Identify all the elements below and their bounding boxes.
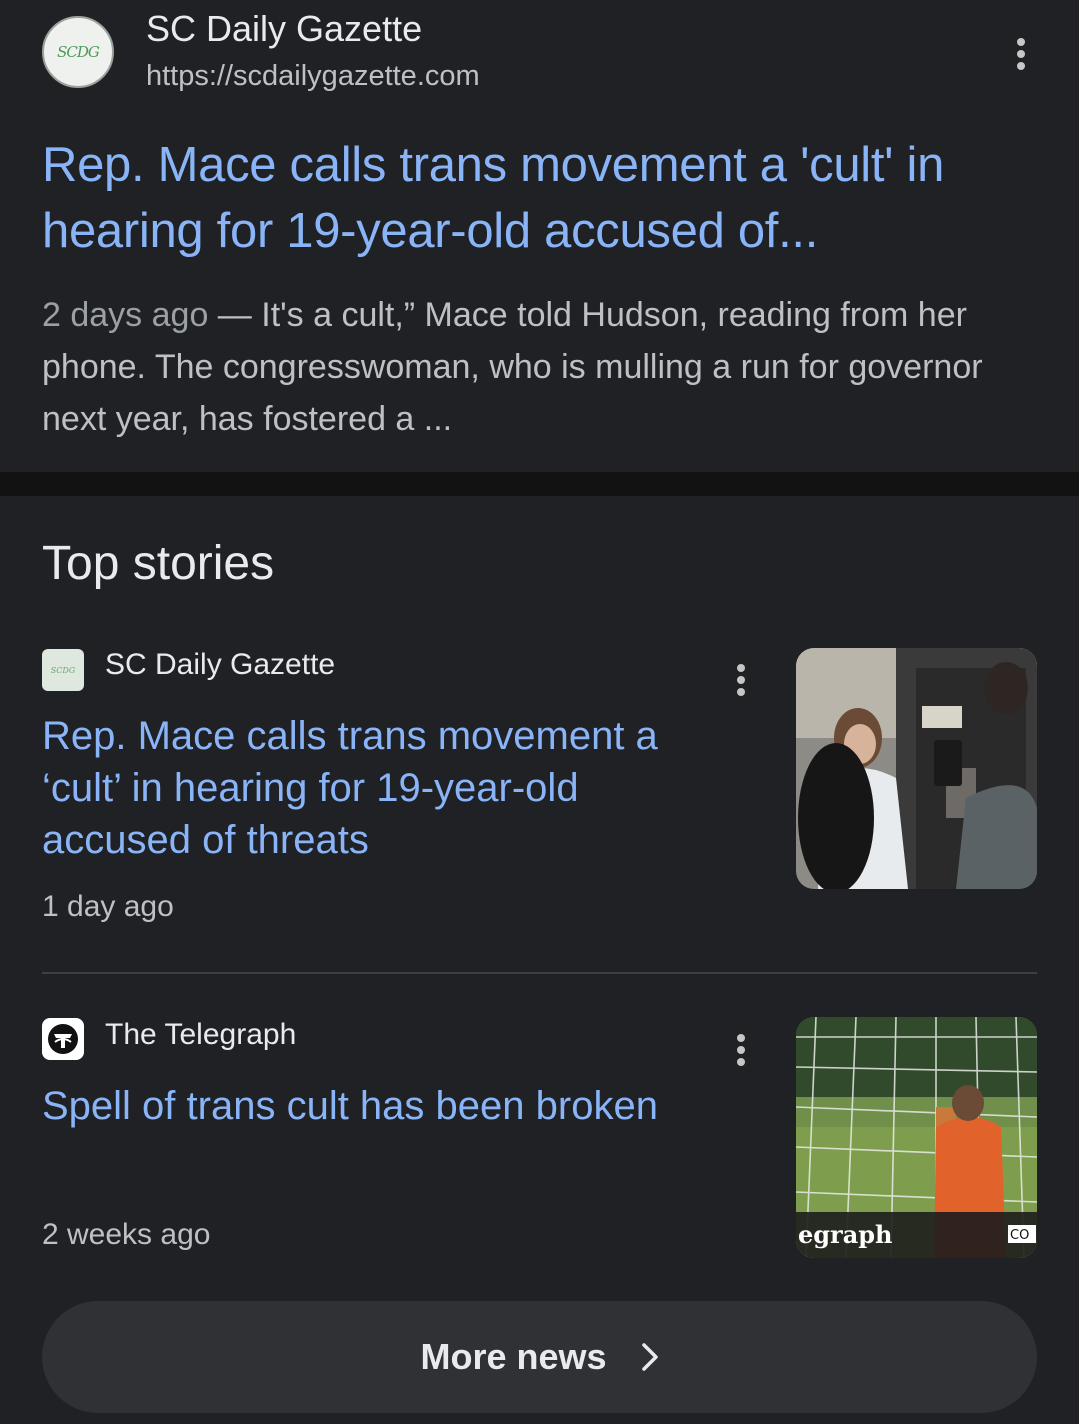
thumb-badge: CO	[1010, 1228, 1029, 1243]
site-name: SC Daily Gazette	[146, 8, 423, 49]
chevron-right-icon	[641, 1343, 658, 1371]
story-item[interactable]: The Telegraph Spell of trans cult has be…	[0, 1010, 1079, 1270]
story-divider	[42, 972, 1037, 974]
snippet-date: 2 days ago	[42, 296, 209, 334]
more-options-icon[interactable]	[731, 660, 751, 700]
story-source: SC Daily Gazette	[105, 648, 336, 681]
more-news-label: More news	[420, 1336, 607, 1377]
telegraph-logo-icon	[42, 1018, 84, 1060]
story-item[interactable]: SCDG SC Daily Gazette Rep. Mace calls tr…	[0, 640, 1079, 975]
site-url: https://scdailygazette.com	[146, 60, 480, 92]
result-title-link[interactable]: Rep. Mace calls trans movement a 'cult' …	[42, 132, 1042, 264]
more-options-icon[interactable]	[731, 1030, 751, 1070]
more-options-icon[interactable]	[1011, 34, 1031, 74]
thumb-caption: egraph	[798, 1220, 892, 1249]
search-result-card[interactable]: SCDG SC Daily Gazette https://scdailygaz…	[0, 0, 1079, 472]
story-thumbnail[interactable]: egraph CO	[796, 1017, 1037, 1258]
story-time: 1 day ago	[42, 890, 174, 923]
section-divider	[0, 472, 1079, 496]
story-source: The Telegraph	[105, 1018, 297, 1051]
top-stories-heading: Top stories	[42, 537, 275, 590]
story-title-link[interactable]: Spell of trans cult has been broken	[42, 1080, 742, 1132]
story-time: 2 weeks ago	[42, 1218, 211, 1251]
story-title-link[interactable]: Rep. Mace calls trans movement a ‘cult’ …	[42, 710, 722, 866]
more-news-button[interactable]: More news	[42, 1301, 1037, 1413]
source-logo: SCDG	[42, 649, 84, 691]
result-snippet: 2 days ago — It's a cult,” Mace told Hud…	[42, 289, 1042, 445]
site-logo: SCDG	[42, 16, 114, 88]
story-thumbnail[interactable]	[796, 648, 1037, 889]
